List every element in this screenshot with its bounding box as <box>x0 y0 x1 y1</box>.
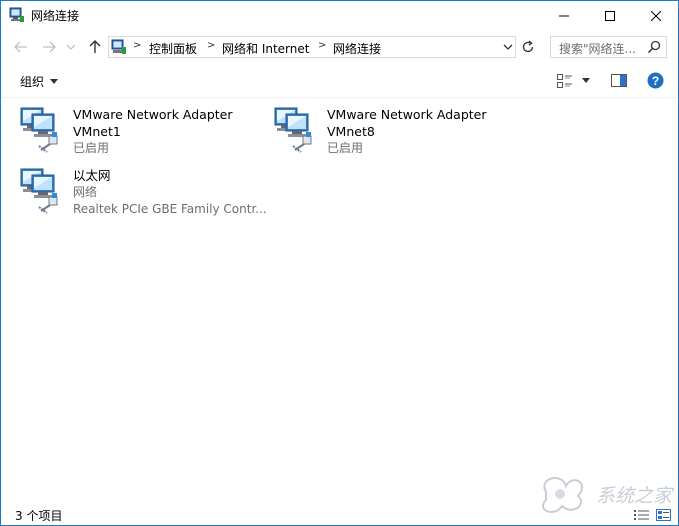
organize-label: 组织 <box>20 75 45 89</box>
change-view-icon[interactable] <box>557 74 573 88</box>
connection-name: 以太网 <box>73 168 111 183</box>
window-title: 网络连接 <box>31 9 80 23</box>
breadcrumb-separator: > <box>133 40 142 51</box>
connections-list: VMware Network Adapter VMnet1 已启用 VMware… <box>1 98 678 503</box>
help-icon[interactable]: ? <box>647 72 664 89</box>
connection-device: VMnet8 <box>327 124 375 139</box>
chevron-down-icon <box>67 44 75 50</box>
watermark-logo: 系统之家 <box>542 477 675 514</box>
connection-item-vmnet8[interactable]: VMware Network Adapter VMnet8 已启用 <box>273 106 523 162</box>
back-button[interactable] <box>12 38 30 56</box>
connection-status: 已启用 <box>73 141 110 155</box>
search-icon[interactable] <box>647 40 661 54</box>
minimize-icon <box>558 15 569 16</box>
item-count: 3 个项目 <box>15 509 63 523</box>
maximize-icon <box>604 10 615 21</box>
breadcrumb-network-connections[interactable]: 网络连接 <box>333 40 381 57</box>
recent-locations-button[interactable] <box>65 38 77 56</box>
title-bar[interactable]: 网络连接 <box>1 1 678 30</box>
connection-item-ethernet[interactable]: 以太网 网络 Realtek PCIe GBE Family Contr... <box>19 167 279 223</box>
svg-text:?: ? <box>652 74 659 88</box>
breadcrumb-control-panel[interactable]: 控制面板 <box>149 40 197 57</box>
refresh-icon <box>522 40 534 53</box>
connection-network: 网络 <box>73 185 98 199</box>
breadcrumb-network-internet[interactable]: 网络和 Internet <box>222 40 309 57</box>
address-bar[interactable]: > 控制面板 > 网络和 Internet > 网络连接 <box>108 36 516 58</box>
organize-button[interactable]: 组织 <box>20 73 59 90</box>
connection-status: 已启用 <box>327 141 364 155</box>
preview-pane-icon[interactable] <box>611 74 627 87</box>
up-button[interactable] <box>86 38 104 56</box>
caret-down-icon <box>50 79 59 84</box>
breadcrumb-separator: > <box>318 40 327 51</box>
connection-name: VMware Network Adapter <box>73 107 233 122</box>
arrow-left-icon <box>14 41 27 53</box>
connection-device: VMnet1 <box>73 124 121 139</box>
close-button[interactable] <box>633 1 678 30</box>
connection-name: VMware Network Adapter <box>327 107 487 122</box>
explorer-window: 网络连接 > 控制面板 > 网络和 Internet > 网络连接 搜索"网络连… <box>0 0 679 526</box>
control-panel-icon <box>111 39 126 54</box>
network-adapter-icon <box>20 107 58 153</box>
view-options-chevron-icon[interactable] <box>582 78 590 83</box>
refresh-button[interactable] <box>519 38 537 56</box>
breadcrumb-separator: > <box>207 40 216 51</box>
connection-adapter: Realtek PCIe GBE Family Contr... <box>73 202 267 216</box>
svg-text:系统之家: 系统之家 <box>596 485 675 507</box>
connection-item-vmnet1[interactable]: VMware Network Adapter VMnet1 已启用 <box>19 106 269 162</box>
arrow-right-icon <box>43 41 56 53</box>
arrow-up-icon <box>89 40 101 53</box>
forward-button[interactable] <box>40 38 58 56</box>
navigation-bar: > 控制面板 > 网络和 Internet > 网络连接 搜索"网络连... <box>1 34 678 60</box>
search-placeholder: 搜索"网络连... <box>559 42 636 56</box>
address-history-chevron-icon[interactable] <box>501 40 515 54</box>
network-adapter-icon <box>274 107 312 153</box>
minimize-button[interactable] <box>541 1 586 30</box>
maximize-button[interactable] <box>587 1 632 30</box>
command-bar: 组织 ? <box>1 65 678 98</box>
network-adapter-icon <box>20 168 58 214</box>
search-box[interactable]: 搜索"网络连... <box>550 36 667 58</box>
network-connections-icon <box>9 7 24 22</box>
close-icon <box>650 10 661 21</box>
